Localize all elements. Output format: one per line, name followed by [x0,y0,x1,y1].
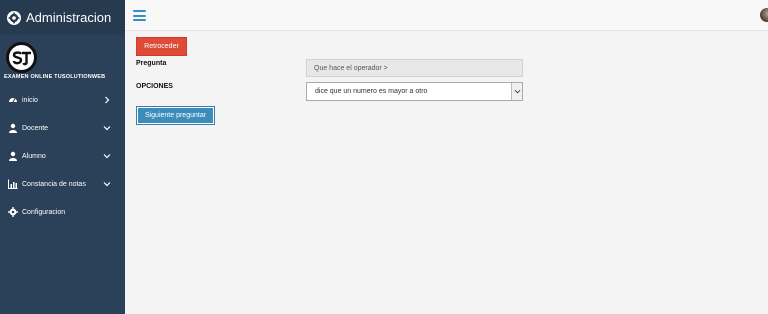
student-icon [8,151,18,161]
main-content: Retroceder Pregunta Que hace el operador… [125,31,768,314]
sidebar-item-label: inicio [22,96,38,104]
menu-toggle-icon[interactable] [133,10,146,21]
chevron-down-icon[interactable] [511,83,522,100]
chevron-down-icon [103,180,111,188]
app-title: Administracion [26,10,112,25]
teacher-icon [8,123,18,133]
options-label: OPCIONES [136,83,173,90]
sidebar-item-label: Configuracion [22,208,66,216]
question-label: Pregunta [136,60,167,67]
next-question-button[interactable]: Siguiente preguntar [136,106,215,125]
sidebar-item-alumno[interactable]: Alumno [0,142,125,170]
brand-bar[interactable]: Administracion [0,0,125,35]
gear-icon [8,207,18,217]
sidebar-item-label: Constancia de notas [22,180,86,188]
sidebar-menu: inicio Docente Alumno Constancia de nota… [0,86,125,226]
chevron-right-icon [103,96,111,104]
chevron-down-icon [103,152,111,160]
logo-text: EXAMEN ONLINE TUSOLUTIONWEB [4,74,106,80]
top-navbar [125,0,768,31]
logo: EXAMEN ONLINE TUSOLUTIONWEB [4,42,126,80]
logo-mark [6,42,37,73]
sidebar-item-configuracion[interactable]: Configuracion [0,198,125,226]
sidebar-item-constancia[interactable]: Constancia de notas [0,170,125,198]
selected-option: dice que un numero es mayor a otro [315,88,428,95]
dashboard-icon [8,95,18,105]
sidebar-item-label: Alumno [22,152,46,160]
back-button[interactable]: Retroceder [136,37,187,56]
avatar[interactable] [760,8,768,22]
sidebar-item-docente[interactable]: Docente [0,114,125,142]
options-select[interactable]: dice que un numero es mayor a otro [306,82,523,101]
sidebar-item-inicio[interactable]: inicio [0,86,125,114]
sidebar: Administracion EXAMEN ONLINE TUSOLUTIONW… [0,0,125,314]
chevron-down-icon [103,124,111,132]
sidebar-item-label: Docente [22,124,49,132]
bar-chart-icon [8,179,18,189]
gear-icon [6,10,22,26]
question-field: Que hace el operador > [306,59,523,77]
